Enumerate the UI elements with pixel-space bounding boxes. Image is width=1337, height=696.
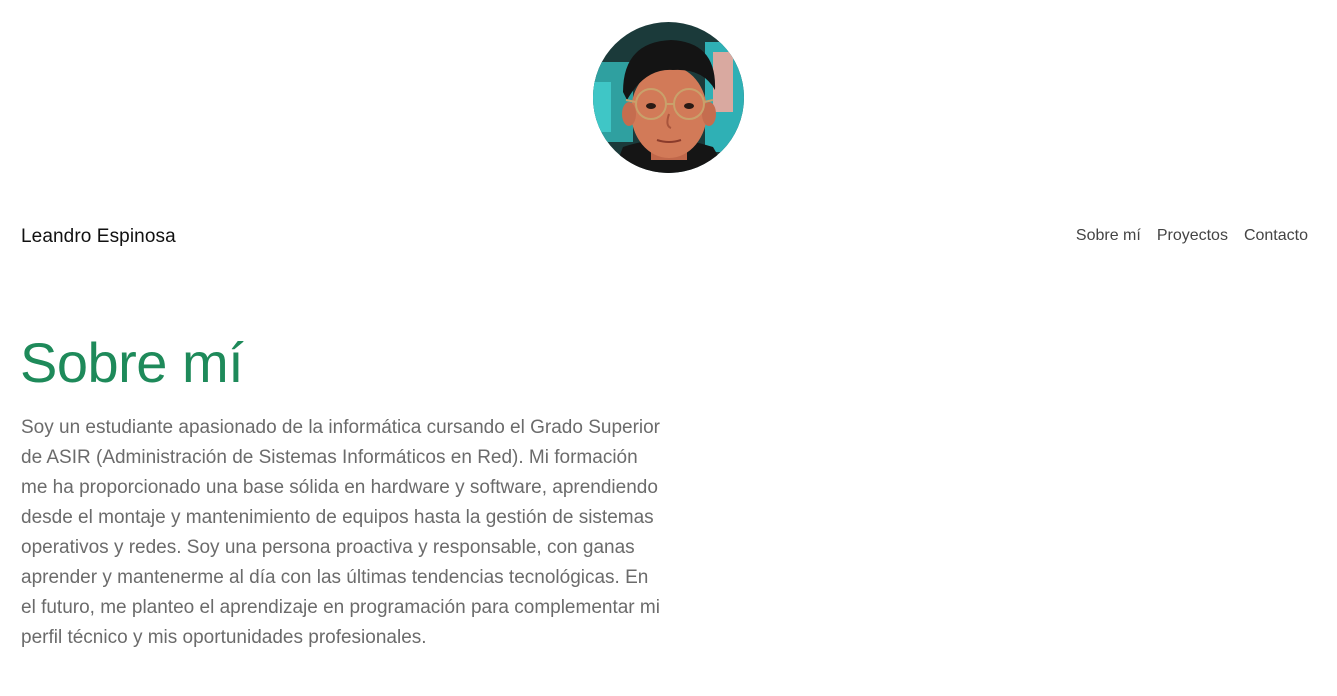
- profile-avatar: [593, 22, 744, 173]
- nav-link-sobre-mi[interactable]: Sobre mí: [1076, 227, 1141, 245]
- nav-link-proyectos[interactable]: Proyectos: [1157, 227, 1228, 245]
- main-nav: Sobre mí Proyectos Contacto: [1076, 227, 1308, 245]
- about-description: Soy un estudiante apasionado de la infor…: [21, 417, 661, 648]
- about-title: Sobre mí: [20, 331, 244, 394]
- site-brand-link[interactable]: Leandro Espinosa: [21, 226, 176, 248]
- nav-link-contacto[interactable]: Contacto: [1244, 227, 1308, 245]
- page: Leandro Espinosa Sobre mí Proyectos Cont…: [0, 0, 1337, 696]
- profile-photo: [593, 22, 744, 173]
